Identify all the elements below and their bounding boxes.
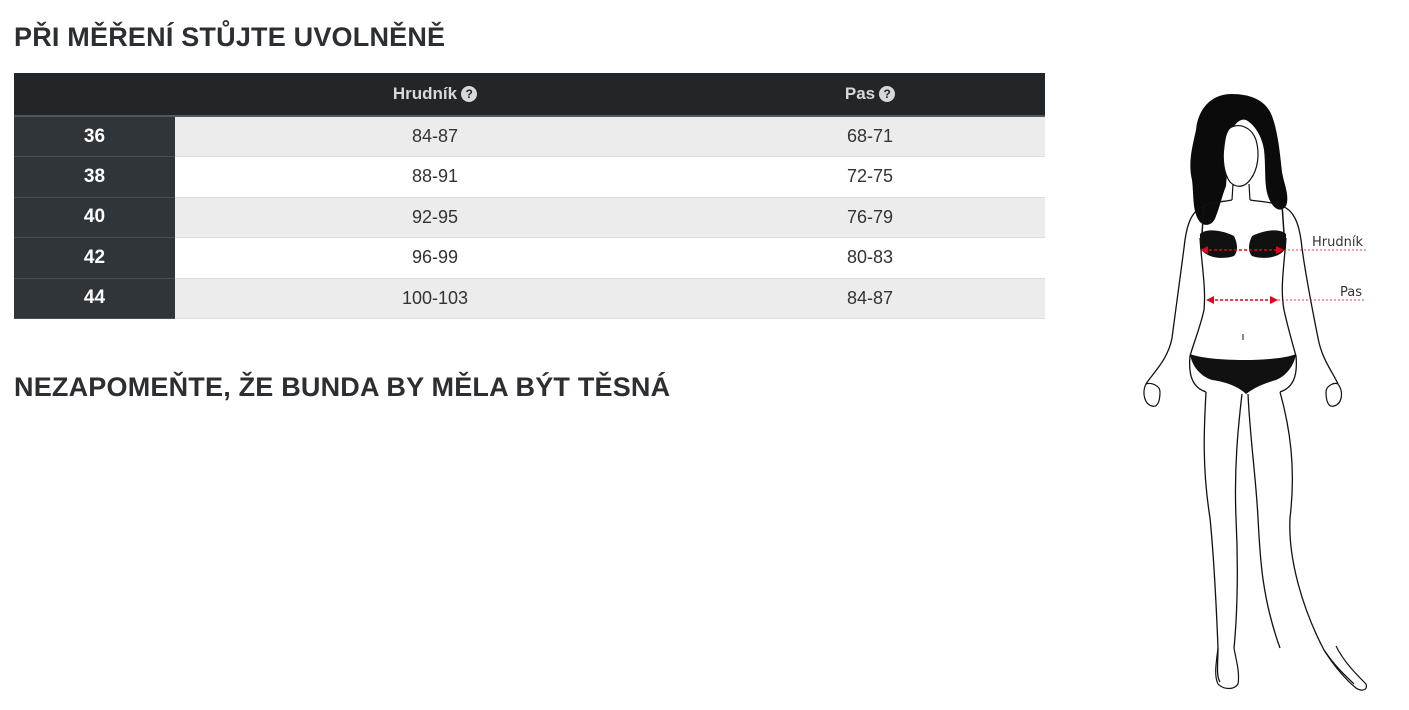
waist-column-label: Pas bbox=[844, 84, 876, 103]
bikini-top bbox=[1200, 230, 1286, 258]
left-foot bbox=[1215, 647, 1240, 690]
chest-label: Hrudník bbox=[1312, 235, 1363, 250]
waist-label: Pas bbox=[1340, 285, 1362, 300]
size-column-header bbox=[14, 73, 175, 117]
size-cell: 40 bbox=[14, 197, 175, 238]
table-header-row: Hrudník? Pas? bbox=[14, 73, 1045, 117]
table-row: 40 92-95 76-79 bbox=[14, 197, 1045, 238]
size-cell: 42 bbox=[14, 237, 175, 279]
waist-arrow-right bbox=[1270, 296, 1278, 304]
question-circle-icon[interactable]: ? bbox=[461, 86, 478, 102]
right-foot bbox=[1323, 645, 1367, 691]
right-hand bbox=[1325, 382, 1343, 407]
size-chart-table: Hrudník? Pas? 36 84-87 68-71 38 88-91 72… bbox=[14, 73, 1045, 319]
chest-cell: 92-95 bbox=[175, 197, 695, 238]
table-row: 42 96-99 80-83 bbox=[14, 237, 1045, 279]
waist-cell: 80-83 bbox=[695, 237, 1045, 279]
waist-column-header: Pas? bbox=[695, 73, 1045, 117]
waist-cell: 84-87 bbox=[695, 278, 1045, 319]
body-measurement-figure: Hrudník Pas bbox=[1143, 94, 1368, 691]
chest-cell: 88-91 bbox=[175, 156, 695, 198]
question-circle-icon[interactable]: ? bbox=[879, 86, 896, 102]
chest-column-header: Hrudník? bbox=[175, 73, 695, 117]
waist-cell: 68-71 bbox=[695, 116, 1045, 157]
waist-arrow-left bbox=[1206, 296, 1214, 304]
chest-cell: 100-103 bbox=[175, 278, 695, 319]
table-row: 36 84-87 68-71 bbox=[14, 116, 1045, 157]
table-row: 44 100-103 84-87 bbox=[14, 278, 1045, 319]
left-hand bbox=[1143, 382, 1161, 407]
size-cell: 44 bbox=[14, 278, 175, 319]
table-row: 38 88-91 72-75 bbox=[14, 156, 1045, 198]
size-cell: 36 bbox=[14, 116, 175, 157]
chest-cell: 84-87 bbox=[175, 116, 695, 157]
chest-column-label: Hrudník bbox=[392, 84, 458, 103]
size-cell: 38 bbox=[14, 156, 175, 198]
face-shape bbox=[1222, 125, 1259, 187]
chest-cell: 96-99 bbox=[175, 237, 695, 279]
measure-heading: PŘI MĚŘENÍ STŮJTE UVOLNĚNĚ bbox=[14, 22, 446, 52]
body-outline bbox=[1145, 199, 1355, 685]
reminder-heading: NEZAPOMEŇTE, ŽE BUNDA BY MĚLA BÝT TĚSNÁ bbox=[14, 372, 671, 402]
waist-cell: 72-75 bbox=[695, 156, 1045, 198]
waist-cell: 76-79 bbox=[695, 197, 1045, 238]
bikini-bottom bbox=[1190, 354, 1296, 394]
